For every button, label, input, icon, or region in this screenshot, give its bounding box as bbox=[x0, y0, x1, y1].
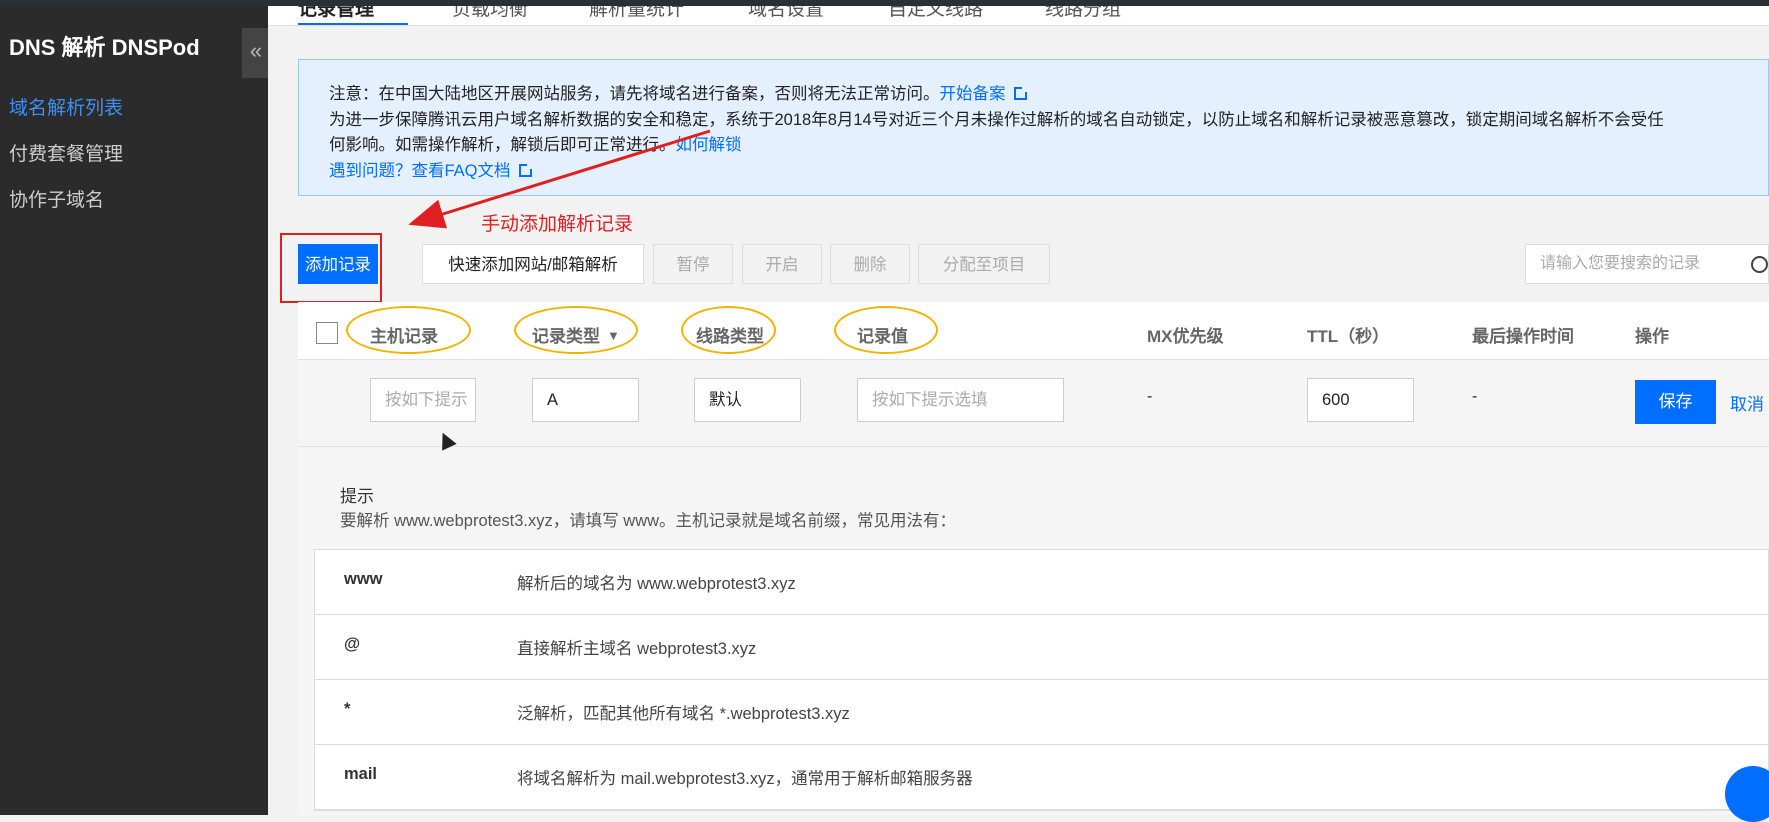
annotation-arrow bbox=[408, 129, 711, 229]
tip-key: @ bbox=[344, 635, 361, 653]
sidebar-item-domain-list[interactable]: 域名解析列表 bbox=[9, 93, 123, 120]
filter-icon[interactable]: ▼ bbox=[607, 328, 620, 343]
last-op-value: - bbox=[1472, 388, 1478, 405]
table-row: @ 直接解析主域名 webprotest3.xyz bbox=[315, 615, 1768, 680]
table-row: www 解析后的域名为 www.webprotest3.xyz bbox=[315, 550, 1768, 615]
annotation-text: 手动添加解析记录 bbox=[481, 214, 634, 235]
ttl-input[interactable]: 600 bbox=[1307, 378, 1414, 422]
sidebar: DNS 解析 DNSPod « 域名解析列表 付费套餐管理 协作子域名 bbox=[0, 6, 270, 815]
assign-project-button[interactable]: 分配至项目 bbox=[918, 244, 1050, 284]
table-header: 主机记录 记录类型 ▼ 线路类型 记录值 MX优先级 TTL（秒） 最后操作时间 … bbox=[298, 302, 1769, 360]
table-row: * 泛解析，匹配其他所有域名 *.webprotest3.xyz bbox=[315, 680, 1768, 745]
product-title: DNS 解析 DNSPod bbox=[9, 35, 200, 60]
new-record-row: 按如下提示 A 默认 按如下提示选填 - 600 - 保存 取消 bbox=[298, 360, 1769, 447]
tab-line-groups[interactable]: 线路分组 bbox=[1045, 6, 1121, 21]
value-input[interactable]: 按如下提示选填 bbox=[857, 378, 1064, 422]
delete-button[interactable]: 删除 bbox=[830, 244, 910, 284]
col-mx: MX优先级 bbox=[1147, 327, 1224, 346]
tips-table: www 解析后的域名为 www.webprotest3.xyz @ 直接解析主域… bbox=[314, 549, 1769, 811]
col-host: 主机记录 bbox=[370, 327, 438, 346]
record-table: 主机记录 记录类型 ▼ 线路类型 记录值 MX优先级 TTL（秒） 最后操作时间 … bbox=[298, 302, 1769, 815]
tip-desc: 泛解析，匹配其他所有域名 *.webprotest3.xyz bbox=[517, 705, 850, 723]
col-type-label: 记录类型 bbox=[532, 327, 600, 346]
tip-desc: 解析后的域名为 www.webprotest3.xyz bbox=[517, 575, 796, 593]
record-search bbox=[1525, 244, 1769, 284]
select-all-checkbox[interactable] bbox=[316, 322, 338, 344]
col-ttl: TTL（秒） bbox=[1307, 327, 1390, 346]
col-last-op: 最后操作时间 bbox=[1472, 327, 1574, 346]
tip-desc: 将域名解析为 mail.webprotest3.xyz，通常用于解析邮箱服务器 bbox=[517, 770, 973, 788]
tip-key: * bbox=[344, 700, 351, 718]
search-icon[interactable] bbox=[1751, 256, 1768, 273]
tip-key: www bbox=[344, 570, 383, 588]
mx-value: - bbox=[1147, 388, 1153, 405]
cancel-link[interactable]: 取消 bbox=[1730, 390, 1764, 415]
tips-panel: 提示 要解析 www.webprotest3.xyz，请填写 www。主机记录就… bbox=[298, 447, 1769, 815]
search-input[interactable] bbox=[1540, 245, 1740, 283]
tips-description: 要解析 www.webprotest3.xyz，请填写 www。主机记录就是域名… bbox=[340, 512, 957, 530]
col-action: 操作 bbox=[1635, 327, 1669, 346]
cancel-label: 取消 bbox=[1730, 395, 1764, 414]
save-button[interactable]: 保存 bbox=[1635, 380, 1716, 424]
col-value: 记录值 bbox=[857, 327, 908, 346]
quick-add-button[interactable]: 快速添加网站/邮箱解析 bbox=[422, 244, 644, 284]
sidebar-item-paid-plans[interactable]: 付费套餐管理 bbox=[9, 139, 123, 166]
tip-key: mail bbox=[344, 765, 378, 783]
tips-title: 提示 bbox=[340, 487, 374, 506]
pause-button[interactable]: 暂停 bbox=[653, 244, 733, 284]
col-line: 线路类型 bbox=[696, 327, 764, 346]
add-record-button[interactable]: 添加记录 bbox=[298, 244, 378, 284]
main-content: 记录管理 负载均衡 解析量统计 域名设置 自定义线路 线路分组 注意：在中国大陆… bbox=[268, 6, 1769, 822]
line-select[interactable]: 默认 bbox=[694, 378, 801, 422]
enable-button[interactable]: 开启 bbox=[742, 244, 822, 284]
collapse-sidebar-icon[interactable]: « bbox=[242, 28, 270, 78]
col-type: 记录类型 ▼ bbox=[532, 322, 620, 347]
sidebar-item-collab-subdomains[interactable]: 协作子域名 bbox=[9, 185, 104, 212]
host-input[interactable]: 按如下提示 bbox=[370, 378, 476, 422]
table-row: mail 将域名解析为 mail.webprotest3.xyz，通常用于解析邮… bbox=[315, 745, 1768, 810]
tip-desc: 直接解析主域名 webprotest3.xyz bbox=[517, 640, 757, 658]
type-select[interactable]: A bbox=[532, 378, 639, 422]
